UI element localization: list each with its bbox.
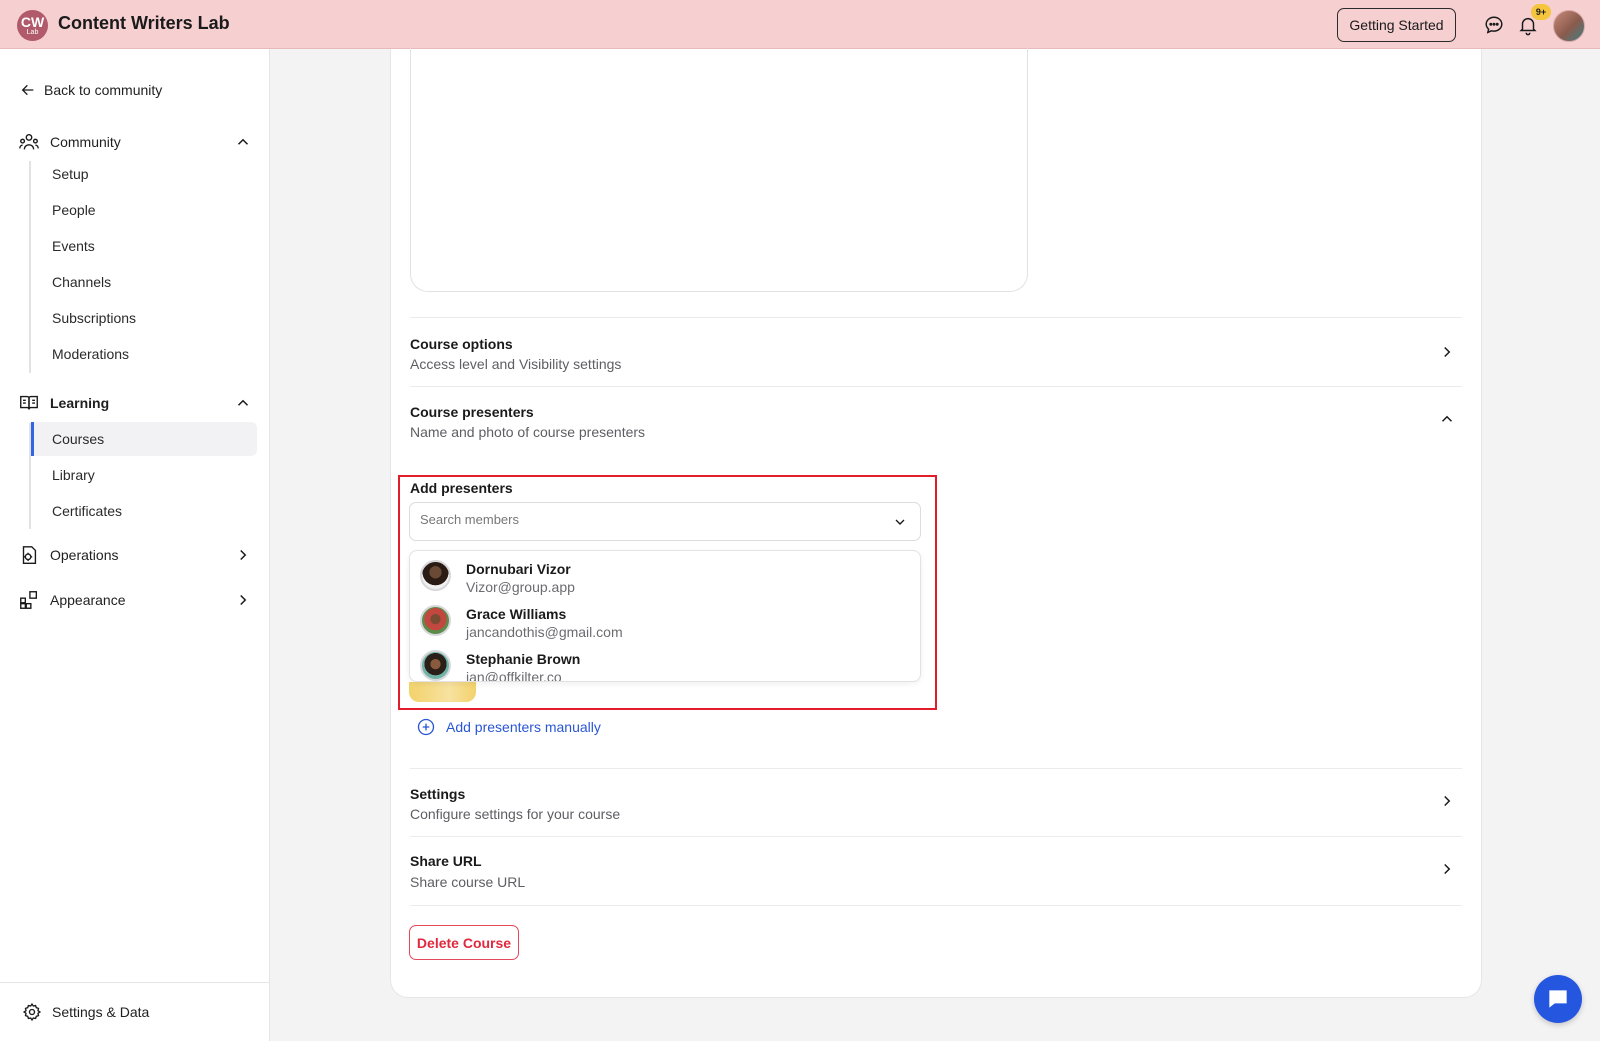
sidebar: Back to community Community Setup People…	[0, 49, 270, 1041]
row-subtitle: Name and photo of course presenters	[410, 424, 646, 440]
sidebar-item-courses[interactable]: Courses	[31, 422, 257, 456]
sidebar-section-appearance[interactable]: Appearance	[18, 585, 252, 615]
logo-sub: Lab	[26, 29, 39, 36]
sidebar-item-certificates[interactable]: Certificates	[31, 494, 257, 528]
sidebar-section-learning[interactable]: Learning	[18, 388, 252, 418]
row-subtitle: Configure settings for your course	[410, 806, 621, 822]
arrow-left-icon	[21, 84, 34, 96]
share-url-row[interactable]: Share URL Share course URL	[410, 836, 1462, 905]
add-presenters-manually-link[interactable]: Add presenters manually	[416, 717, 601, 737]
settings-row[interactable]: Settings Configure settings for your cou…	[410, 768, 1462, 836]
row-title: Settings	[410, 786, 466, 802]
community-icon	[19, 133, 39, 150]
logo-text: CW	[20, 14, 45, 30]
highlight-box	[398, 475, 937, 710]
support-chat-button[interactable]	[1534, 975, 1582, 1023]
sidebar-section-community[interactable]: Community	[18, 127, 252, 157]
operations-icon	[22, 546, 37, 564]
course-presenters-row[interactable]: Course presenters Name and photo of cour…	[410, 386, 1462, 466]
notification-badge: 9+	[1531, 4, 1551, 20]
chevron-up-icon[interactable]	[1438, 410, 1456, 428]
sidebar-item-people[interactable]: People	[31, 193, 257, 227]
gear-icon	[22, 1002, 42, 1022]
back-link-label: Back to community	[44, 82, 163, 98]
divider	[410, 905, 1462, 906]
row-title: Course options	[410, 336, 513, 352]
course-options-row[interactable]: Course options Access level and Visibili…	[410, 317, 1462, 386]
row-subtitle: Share course URL	[410, 874, 526, 890]
chat-bubble-icon[interactable]	[1483, 14, 1505, 36]
sidebar-section-label: Appearance	[50, 592, 126, 608]
getting-started-button[interactable]: Getting Started	[1337, 8, 1456, 42]
settings-and-data-link[interactable]: Settings & Data	[0, 982, 269, 1041]
sidebar-section-label: Learning	[50, 395, 110, 411]
chevron-up-icon[interactable]	[234, 133, 252, 151]
chevron-right-icon[interactable]	[1438, 343, 1456, 361]
chevron-right-icon[interactable]	[1438, 860, 1456, 878]
row-title: Course presenters	[410, 404, 534, 420]
chat-icon	[1549, 990, 1567, 1008]
user-avatar[interactable]	[1553, 10, 1585, 42]
back-to-community-link[interactable]: Back to community	[20, 82, 162, 98]
sidebar-section-label: Community	[50, 134, 121, 150]
sidebar-item-subscriptions[interactable]: Subscriptions	[31, 301, 257, 335]
settings-and-data-label: Settings & Data	[52, 1004, 150, 1020]
app-title[interactable]: Content Writers Lab	[58, 13, 230, 34]
chevron-right-icon[interactable]	[234, 591, 252, 609]
top-bar: CW Lab Content Writers Lab Getting Start…	[0, 0, 1600, 49]
chevron-right-icon[interactable]	[234, 546, 252, 564]
course-description-editor[interactable]	[410, 47, 1028, 292]
sidebar-item-setup[interactable]: Setup	[31, 157, 257, 191]
book-icon	[20, 395, 38, 410]
chevron-right-icon[interactable]	[1438, 792, 1456, 810]
sidebar-item-moderations[interactable]: Moderations	[31, 337, 257, 371]
chevron-up-icon[interactable]	[234, 394, 252, 412]
sidebar-section-label: Operations	[50, 547, 119, 563]
sidebar-section-operations[interactable]: Operations	[18, 540, 252, 570]
add-manually-label: Add presenters manually	[446, 719, 601, 735]
row-subtitle: Access level and Visibility settings	[410, 356, 622, 372]
plus-circle-icon	[417, 718, 435, 736]
sidebar-item-events[interactable]: Events	[31, 229, 257, 263]
community-logo[interactable]: CW Lab	[17, 10, 48, 41]
delete-course-button[interactable]: Delete Course	[409, 925, 519, 960]
sidebar-item-library[interactable]: Library	[31, 458, 257, 492]
row-title: Share URL	[410, 853, 482, 869]
sidebar-item-channels[interactable]: Channels	[31, 265, 257, 299]
appearance-icon	[20, 591, 38, 609]
